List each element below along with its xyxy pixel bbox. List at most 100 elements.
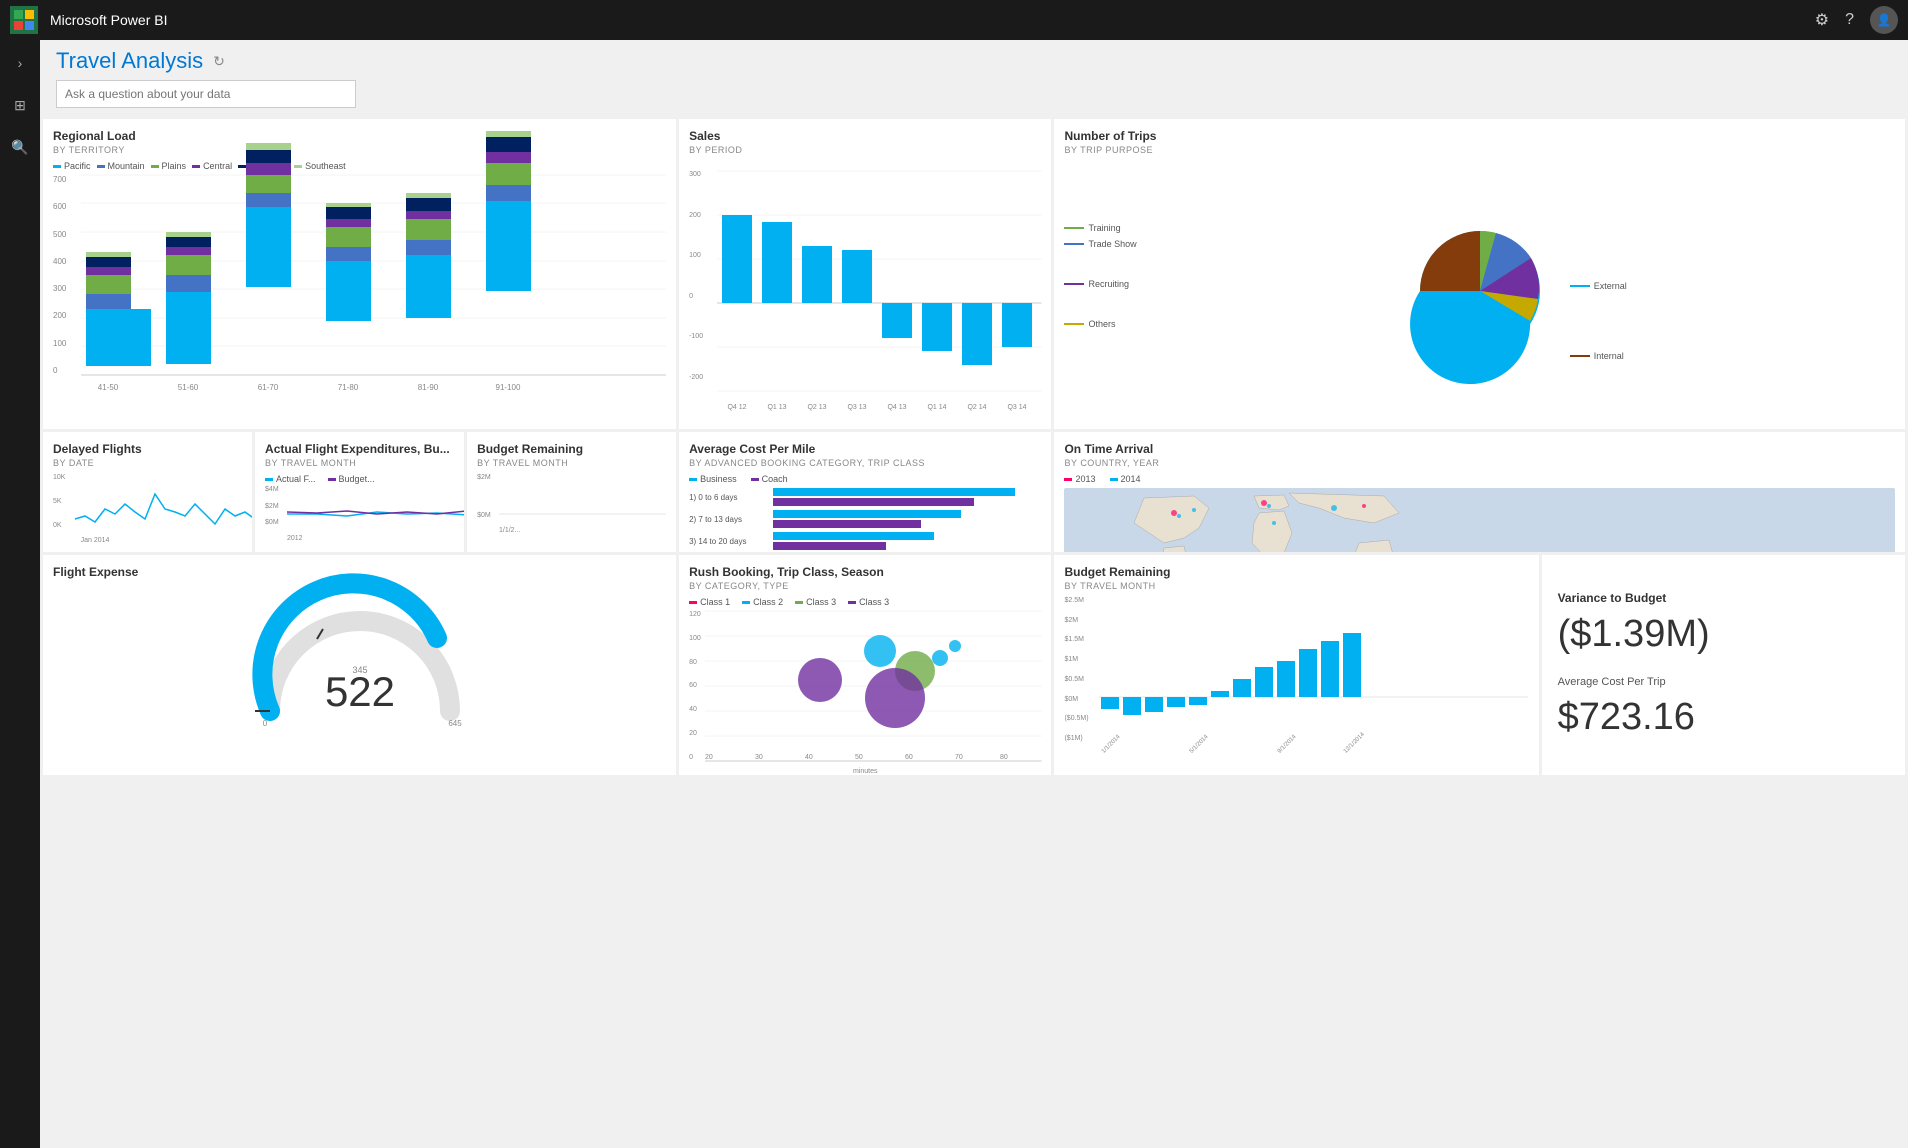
svg-text:0: 0	[262, 719, 267, 728]
budget-bottom-chart: $2.5M $2M $1.5M $1M $0.5M $0M ($0.5M) ($…	[1064, 597, 1528, 762]
avg-cost-title: Average Cost Per Mile	[689, 442, 1041, 456]
rush-booking-subtitle: BY CATEGORY, TYPE	[689, 581, 1041, 591]
variance-card: Variance to Budget ($1.39M) Average Cost…	[1542, 555, 1905, 775]
regional-load-card: Regional Load BY TERRITORY Pacific Mount…	[43, 119, 676, 429]
num-trips-card: Number of Trips BY TRIP PURPOSE Training…	[1054, 119, 1905, 429]
app-logo	[10, 6, 38, 34]
num-trips-title: Number of Trips	[1064, 129, 1895, 143]
hbar-row-1: 1) 0 to 6 days	[689, 488, 1041, 506]
svg-text:1/1/2...: 1/1/2...	[499, 527, 520, 534]
small-cards-row: Delayed Flights BY DATE 10K 5K 0K Jan 20…	[43, 432, 676, 552]
svg-text:2012: 2012	[287, 535, 303, 542]
svg-text:Jan 2014: Jan 2014	[81, 537, 110, 544]
svg-text:Q1 13: Q1 13	[768, 404, 787, 411]
svg-text:50: 50	[855, 754, 863, 761]
help-icon[interactable]: ?	[1845, 11, 1854, 29]
svg-text:Q2 13: Q2 13	[808, 404, 827, 411]
num-trips-subtitle: BY TRIP PURPOSE	[1064, 145, 1895, 155]
sales-card: Sales BY PERIOD 300 200 100 0 -100 -200	[679, 119, 1051, 429]
bubble-chart: 120 100 80 60 40 20 0	[689, 611, 1041, 761]
map-svg: bing © 2014 Microsoft Corporation © 2014…	[1064, 488, 1895, 552]
svg-text:40: 40	[805, 754, 813, 761]
num-trips-chart: Training Trade Show Recruiting Others	[1064, 161, 1895, 421]
budget-bottom-title: Budget Remaining	[1064, 565, 1528, 579]
svg-text:Q4 12: Q4 12	[728, 404, 747, 411]
svg-text:41-50: 41-50	[98, 383, 119, 392]
actual-chart: $4M $2M $0M 2012 2014	[265, 486, 454, 541]
budget-top-title: Budget Remaining	[477, 442, 666, 456]
main-content: Travel Analysis ↻ Regional Load BY TERRI…	[40, 40, 1908, 1148]
regional-load-subtitle: BY TERRITORY	[53, 145, 666, 155]
svg-text:71-80: 71-80	[338, 383, 359, 392]
flight-expense-card: Flight Expense 345 522 0 645	[43, 555, 676, 775]
sales-chart: 300 200 100 0 -100 -200	[689, 161, 1041, 411]
svg-text:5/1/2014: 5/1/2014	[1189, 734, 1210, 755]
topbar: Microsoft Power BI ⚙ ? 👤	[0, 0, 1908, 40]
qa-input[interactable]	[56, 80, 356, 108]
svg-text:Q4 13: Q4 13	[888, 404, 907, 411]
sidebar-search-icon[interactable]: 🔍	[5, 132, 35, 162]
svg-text:12/1/2014: 12/1/2014	[1343, 731, 1367, 755]
regional-load-legend: Pacific Mountain Plains Central Northeas…	[53, 161, 666, 171]
svg-text:Q3 14: Q3 14	[1008, 404, 1027, 411]
avg-cost-chart: 1) 0 to 6 days 2) 7 to 13 days 3) 14 to …	[689, 488, 1041, 552]
delayed-title: Delayed Flights	[53, 442, 242, 456]
svg-text:20: 20	[705, 754, 713, 761]
actual-flight-card: Actual Flight Expenditures, Bu... BY TRA…	[255, 432, 464, 552]
legend-others: Others	[1064, 319, 1389, 329]
pie-chart	[1400, 211, 1560, 371]
map-area: bing © 2014 Microsoft Corporation © 2014…	[1064, 488, 1895, 552]
actual-title: Actual Flight Expenditures, Bu...	[265, 442, 454, 456]
svg-text:Q1 14: Q1 14	[928, 404, 947, 411]
gauge-container: 345 522 0 645	[53, 581, 666, 751]
avg-trip-title: Average Cost Per Trip	[1558, 676, 1889, 688]
delayed-subtitle: BY DATE	[53, 458, 242, 468]
sales-subtitle: BY PERIOD	[689, 145, 1041, 155]
avg-cost-card: Average Cost Per Mile BY ADVANCED BOOKIN…	[679, 432, 1051, 552]
user-avatar[interactable]: 👤	[1870, 6, 1898, 34]
svg-text:61-70: 61-70	[258, 383, 279, 392]
hbar-row-3: 3) 14 to 20 days	[689, 532, 1041, 550]
legend-training: Training	[1064, 223, 1389, 233]
refresh-icon[interactable]: ↻	[213, 53, 225, 70]
settings-icon[interactable]: ⚙	[1815, 10, 1829, 30]
page-header: Travel Analysis ↻	[40, 40, 1908, 114]
actual-svg: 2012 2014	[287, 486, 454, 541]
svg-text:91-100: 91-100	[496, 383, 521, 392]
page-title: Travel Analysis	[56, 48, 203, 74]
rush-booking-card: Rush Booking, Trip Class, Season BY CATE…	[679, 555, 1051, 775]
regional-load-svg: 41-50 51-60	[81, 175, 666, 375]
avg-cost-subtitle: BY ADVANCED BOOKING CATEGORY, TRIP CLASS	[689, 458, 1041, 468]
on-time-subtitle: BY COUNTRY, YEAR	[1064, 458, 1895, 468]
actual-subtitle: BY TRAVEL MONTH	[265, 458, 454, 468]
budget-remaining-top-card: Budget Remaining BY TRAVEL MONTH $2M $0M…	[467, 432, 676, 552]
svg-text:70: 70	[955, 754, 963, 761]
svg-text:645: 645	[448, 719, 462, 728]
sidebar-bookmark-icon[interactable]: ⊞	[5, 90, 35, 120]
delayed-flights-card: Delayed Flights BY DATE 10K 5K 0K Jan 20…	[43, 432, 252, 552]
on-time-card: On Time Arrival BY COUNTRY, YEAR 2013 20…	[1054, 432, 1905, 552]
legend-external: External	[1570, 281, 1895, 291]
svg-text:9/1/2014: 9/1/2014	[1277, 734, 1298, 755]
budget-top-chart: $2M $0M 1/1/2...	[477, 474, 666, 534]
svg-text:60: 60	[905, 754, 913, 761]
on-time-title: On Time Arrival	[1064, 442, 1895, 456]
sidebar-expand-icon[interactable]: ›	[5, 48, 35, 78]
budget-bottom-subtitle: BY TRAVEL MONTH	[1064, 581, 1528, 591]
app-name: Microsoft Power BI	[50, 12, 167, 28]
svg-text:Q2 14: Q2 14	[968, 404, 987, 411]
svg-text:1/1/2014: 1/1/2014	[1101, 734, 1122, 755]
legend-recruiting: Recruiting	[1064, 279, 1389, 289]
nav-icons: ⚙ ? 👤	[1815, 6, 1898, 34]
delayed-svg: Jan 2014	[75, 474, 242, 544]
regional-load-title: Regional Load	[53, 129, 666, 143]
variance-value: ($1.39M)	[1558, 613, 1889, 656]
variance-title: Variance to Budget	[1558, 591, 1889, 605]
hbar-row-2: 2) 7 to 13 days	[689, 510, 1041, 528]
svg-text:80: 80	[1000, 754, 1008, 761]
avg-trip-value: $723.16	[1558, 696, 1889, 739]
budget-remaining-bottom-card: Budget Remaining BY TRAVEL MONTH $2.5M $…	[1054, 555, 1538, 775]
svg-text:51-60: 51-60	[178, 383, 199, 392]
svg-text:30: 30	[755, 754, 763, 761]
legend-tradeshow: Trade Show	[1064, 239, 1389, 249]
